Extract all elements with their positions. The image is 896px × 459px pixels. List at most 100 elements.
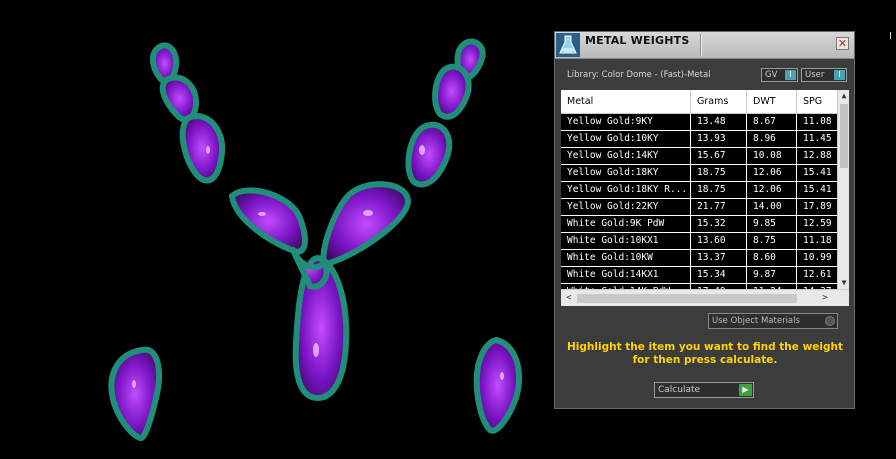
table-cell-metal: White Gold:10KW <box>561 250 691 266</box>
table-cell-grams: 15.67 <box>691 148 747 164</box>
user-toggle-label: User <box>805 70 825 80</box>
scroll-left-icon[interactable]: < <box>563 290 575 306</box>
table-body: Yellow Gold:9KY 13.48 8.67 11.08 Yellow Gold… <box>561 114 837 289</box>
table-row[interactable]: Yellow Gold:18KY 18.75 12.06 15.41 <box>561 165 837 182</box>
horizontal-scrollbar[interactable]: < > <box>561 289 849 306</box>
calculate-button[interactable]: Calculate ▶ <box>654 382 754 398</box>
edge-glyph: I <box>889 31 892 42</box>
table-cell-spg: 11.45 <box>803 133 832 144</box>
table-cell-grams: 13.37 <box>691 250 747 266</box>
table-row[interactable]: Yellow Gold:14KY 15.67 10.08 12.88 <box>561 148 837 165</box>
table-cell-metal: Yellow Gold:22KY <box>561 199 691 215</box>
column-header-grams[interactable]: Grams <box>691 90 747 113</box>
vertical-scrollbar[interactable]: ▲ ▼ <box>837 90 849 289</box>
table-cell-dwt: 12.06 <box>747 182 797 198</box>
column-header-dwt[interactable]: DWT <box>747 90 797 113</box>
gem-sparkle <box>206 146 210 154</box>
vertical-scroll-thumb[interactable] <box>840 104 848 168</box>
table-cell-spg: 12.88 <box>803 150 832 161</box>
earring-right <box>473 336 523 434</box>
title-separator <box>700 34 702 56</box>
use-object-materials-option[interactable]: Use Object Materials <box>708 313 838 329</box>
table-cell-spg: 15.41 <box>803 184 832 195</box>
library-label: Library: Color Dome - (Fast)-Metal <box>567 70 711 80</box>
instruction-line-1: Highlight the item you want to find the … <box>567 341 843 353</box>
toggle-knob-icon: I <box>834 70 845 80</box>
toggle-knob-icon: I <box>785 70 796 80</box>
table-header: Metal Grams DWT SPG <box>561 90 837 114</box>
necklace-left-link-2 <box>159 74 200 123</box>
table-row[interactable]: White Gold:10KW 13.37 8.60 10.99 <box>561 250 837 267</box>
table-cell-metal: White Gold:10KX1 <box>561 233 691 249</box>
table-cell-metal: Yellow Gold:18KY R... <box>561 182 691 198</box>
table-cell-grams: 13.60 <box>691 233 747 249</box>
table-cell-metal: White Gold:9K PdW <box>561 216 691 232</box>
horizontal-scroll-thumb[interactable] <box>577 294 797 303</box>
user-toggle[interactable]: User I <box>801 68 847 82</box>
scroll-down-icon[interactable]: ▼ <box>838 277 849 289</box>
radio-icon[interactable] <box>825 316 835 326</box>
table-row[interactable]: Yellow Gold:18KY R... 18.75 12.06 15.41 <box>561 182 837 199</box>
flask-logo-icon <box>556 33 580 57</box>
table-row[interactable]: Yellow Gold:9KY 13.48 8.67 11.08 <box>561 114 837 131</box>
column-header-metal[interactable]: Metal <box>561 90 691 113</box>
necklace-model <box>108 38 523 442</box>
table-cell-metal: Yellow Gold:18KY <box>561 165 691 181</box>
table-cell-dwt: 8.96 <box>747 131 797 147</box>
table-cell-grams: 21.77 <box>691 199 747 215</box>
table-cell-dwt: 8.60 <box>747 250 797 266</box>
table-cell-metal: Yellow Gold:10KY <box>561 131 691 147</box>
table-cell-grams: 13.48 <box>691 114 747 130</box>
gem-sparkle <box>363 210 373 216</box>
table-cell-grams: 18.75 <box>691 165 747 181</box>
table-row[interactable]: White Gold:10KX1 13.60 8.75 11.18 <box>561 233 837 250</box>
table-row[interactable]: White Gold:9K PdW 15.32 9.85 12.59 <box>561 216 837 233</box>
necklace-right-link-3 <box>405 121 453 188</box>
table-cell-grams: 13.93 <box>691 131 747 147</box>
table-cell-dwt: 10.08 <box>747 148 797 164</box>
table-cell-spg: 11.08 <box>803 116 832 127</box>
scroll-up-icon[interactable]: ▲ <box>838 90 849 102</box>
table-cell-metal: Yellow Gold:9KY <box>561 114 691 130</box>
necklace-left-link-3 <box>179 113 226 184</box>
table-cell-spg: 15.41 <box>803 167 832 178</box>
table-cell-metal: Yellow Gold:14KY <box>561 148 691 164</box>
table-cell-spg: 17.89 <box>803 201 832 212</box>
panel-titlebar[interactable]: METAL WEIGHTS ✕ <box>555 32 854 59</box>
table-cell-metal: White Gold:14KX1 <box>561 267 691 283</box>
table-cell-spg: 12.61 <box>803 269 832 280</box>
gem-sparkle <box>258 212 266 216</box>
gem-sparkle <box>500 372 504 380</box>
table-cell-grams: 15.32 <box>691 216 747 232</box>
metal-weights-panel: METAL WEIGHTS ✕ Library: Color Dome - (F… <box>554 31 855 409</box>
table-cell-spg: 12.59 <box>803 218 832 229</box>
table-cell-dwt: 14.00 <box>747 199 797 215</box>
necklace-right-link-4 <box>320 181 412 268</box>
instruction-line-2: for then press calculate. <box>632 354 778 366</box>
table-cell-dwt: 8.67 <box>747 114 797 130</box>
instruction-text: Highlight the item you want to find the … <box>565 341 845 367</box>
scroll-right-icon[interactable]: > <box>819 290 831 306</box>
table-row[interactable]: White Gold:14KX1 15.34 9.87 12.61 <box>561 267 837 284</box>
metal-weights-table[interactable]: Metal Grams DWT SPG Yellow Gold:9KY 13.48… <box>561 90 849 306</box>
column-header-spg[interactable]: SPG <box>797 90 837 113</box>
gv-toggle-label: GV <box>765 70 778 80</box>
table-row[interactable]: Yellow Gold:10KY 13.93 8.96 11.45 <box>561 131 837 148</box>
table-cell-spg: 11.18 <box>803 235 832 246</box>
table-cell-dwt: 9.87 <box>747 267 797 283</box>
necklace-right-link-2 <box>432 63 472 120</box>
table-cell-dwt: 9.85 <box>747 216 797 232</box>
gem-sparkle <box>313 343 319 357</box>
necklace-left-link-4 <box>228 187 308 256</box>
gv-toggle[interactable]: GV I <box>761 68 798 82</box>
play-icon: ▶ <box>739 384 752 396</box>
close-button[interactable]: ✕ <box>836 37 849 50</box>
table-row[interactable]: Yellow Gold:22KY 21.77 14.00 17.89 <box>561 199 837 216</box>
panel-title: METAL WEIGHTS <box>585 34 690 47</box>
table-cell-dwt: 12.06 <box>747 165 797 181</box>
table-cell-grams: 18.75 <box>691 182 747 198</box>
gem-sparkle <box>132 380 136 388</box>
table-cell-spg: 10.99 <box>803 252 832 263</box>
gem-sparkle <box>419 145 425 155</box>
table-cell-grams: 15.34 <box>691 267 747 283</box>
